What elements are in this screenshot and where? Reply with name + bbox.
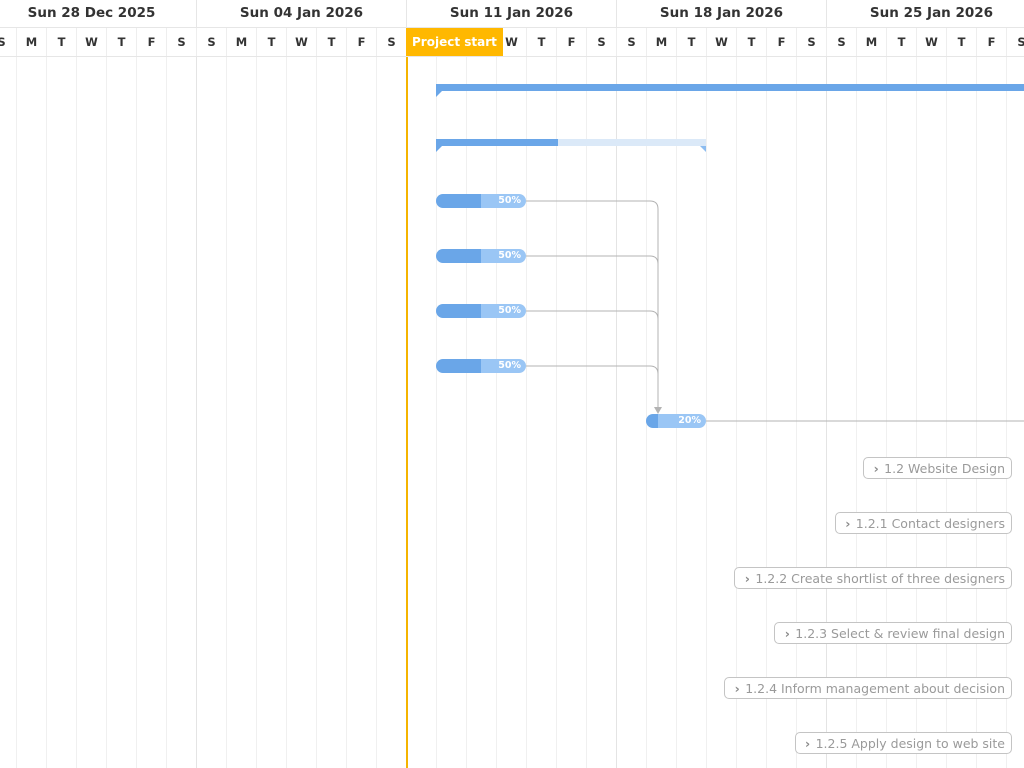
- week-header-cell: Sun 25 Jan 2026: [826, 0, 1024, 27]
- task-name-label: 1.2.1 Contact designers: [855, 516, 1005, 531]
- day-header-cell: T: [676, 28, 706, 56]
- week-header-cell: Sun 28 Dec 2025: [0, 0, 196, 27]
- task-name-chip[interactable]: › 1.2.1 Contact designers: [834, 512, 1012, 535]
- summary-task-bar[interactable]: [436, 84, 1024, 97]
- task-bar[interactable]: 50%: [436, 194, 526, 208]
- summary-start-cap: [436, 91, 442, 97]
- task-bar[interactable]: 50%: [436, 249, 526, 263]
- day-header-cell: W: [916, 28, 946, 56]
- task-progress-fill: [436, 194, 481, 208]
- dependency-link[interactable]: [526, 255, 659, 408]
- day-header-cell: T: [946, 28, 976, 56]
- dependency-link[interactable]: [526, 365, 659, 408]
- dependency-link[interactable]: [526, 310, 659, 408]
- day-header-cell: T: [526, 28, 556, 56]
- week-header-cell: Sun 18 Jan 2026: [616, 0, 826, 27]
- chevron-right-icon[interactable]: ›: [870, 458, 882, 480]
- task-percent-label: 50%: [498, 195, 521, 206]
- task-name-chip[interactable]: › 1.2 Website Design: [863, 457, 1012, 479]
- day-header-cell: T: [106, 28, 136, 56]
- task-progress-fill: [436, 249, 481, 263]
- day-header-cell: S: [826, 28, 856, 56]
- week-header-cell: Sun 11 Jan 2026: [406, 0, 616, 27]
- task-bar[interactable]: 50%: [436, 359, 526, 373]
- chevron-right-icon[interactable]: ›: [781, 623, 793, 645]
- day-header-cell: T: [46, 28, 76, 56]
- day-header-cell: M: [226, 28, 256, 56]
- day-header-cell: T: [316, 28, 346, 56]
- day-header-cell: S: [1006, 28, 1024, 56]
- chevron-right-icon[interactable]: ›: [802, 733, 814, 755]
- summary-progress-fill: [436, 84, 1024, 91]
- day-header-cell: M: [646, 28, 676, 56]
- task-percent-label: 50%: [498, 250, 521, 261]
- gantt-chart: Sun 28 Dec 2025 Sun 04 Jan 2026 Sun 11 Jan…: [0, 0, 1024, 768]
- task-name-chip[interactable]: › 1.2.3 Select & review final design: [774, 622, 1012, 644]
- dependency-arrow: [654, 407, 662, 414]
- task-bar[interactable]: 20%: [646, 414, 706, 428]
- task-progress-fill: [436, 359, 481, 373]
- day-header-cell: W: [76, 28, 106, 56]
- day-header-cell: F: [976, 28, 1006, 56]
- day-header-cell: M: [16, 28, 46, 56]
- week-header-row: Sun 28 Dec 2025 Sun 04 Jan 2026 Sun 11 Jan…: [0, 0, 1024, 28]
- chevron-right-icon[interactable]: ›: [731, 678, 743, 700]
- week-header-cell: Sun 04 Jan 2026: [196, 0, 406, 27]
- day-header-cell: S: [0, 28, 16, 56]
- day-header-cell: F: [556, 28, 586, 56]
- project-start-line: [406, 56, 408, 768]
- summary-progress-fill: [436, 139, 558, 146]
- summary-start-cap: [436, 146, 442, 152]
- day-header-cell: S: [196, 28, 226, 56]
- task-progress-fill: [646, 414, 658, 428]
- day-header-row: SMTWTFSSMTWTFSSMTWTFSSMTWTFSSMTWTFSS: [0, 28, 1024, 57]
- day-header-cell: W: [706, 28, 736, 56]
- day-header-cell: T: [256, 28, 286, 56]
- task-percent-label: 20%: [678, 415, 701, 426]
- task-name-label: 1.2.5 Apply design to web site: [815, 736, 1005, 751]
- task-percent-label: 50%: [498, 305, 521, 316]
- day-header-cell: S: [616, 28, 646, 56]
- task-bar[interactable]: 50%: [436, 304, 526, 318]
- day-header-cell: F: [766, 28, 796, 56]
- task-name-label: 1.2 Website Design: [884, 461, 1005, 476]
- day-header-cell: S: [166, 28, 196, 56]
- dependency-link[interactable]: [526, 200, 659, 408]
- task-progress-fill: [436, 304, 481, 318]
- summary-end-cap: [700, 146, 706, 152]
- summary-task-bar[interactable]: [436, 139, 706, 152]
- task-name-chip[interactable]: › 1.2.5 Apply design to web site: [794, 732, 1012, 755]
- task-name-label: 1.2.4 Inform management about decision: [745, 681, 1005, 696]
- dependency-links: [526, 200, 1024, 422]
- task-name-label: 1.2.3 Select & review final design: [795, 626, 1005, 641]
- day-header-cell: T: [886, 28, 916, 56]
- project-start-marker[interactable]: Project start: [406, 28, 503, 56]
- day-header-cell: F: [346, 28, 376, 56]
- day-header-cell: T: [736, 28, 766, 56]
- chevron-right-icon[interactable]: ›: [842, 513, 854, 535]
- chevron-right-icon[interactable]: ›: [741, 568, 753, 590]
- day-header-cell: S: [376, 28, 406, 56]
- task-name-chip[interactable]: › 1.2.2 Create shortlist of three designe…: [734, 567, 1012, 589]
- task-name-chip[interactable]: › 1.2.4 Inform management about decision: [724, 677, 1012, 699]
- day-header-cell: S: [586, 28, 616, 56]
- day-header-cell: F: [136, 28, 166, 56]
- day-header-cell: M: [856, 28, 886, 56]
- day-header-cell: W: [286, 28, 316, 56]
- task-name-label: 1.2.2 Create shortlist of three designer…: [755, 571, 1005, 586]
- task-percent-label: 50%: [498, 360, 521, 371]
- day-header-cell: S: [796, 28, 826, 56]
